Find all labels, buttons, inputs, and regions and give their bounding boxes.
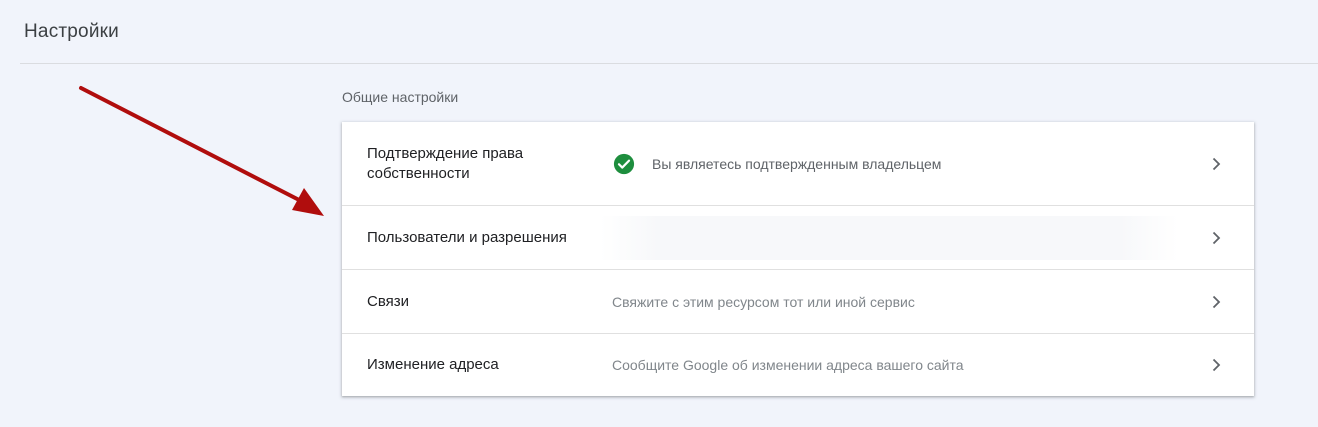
row-label: Связи [367, 292, 410, 310]
row-description: Свяжите с этим ресурсом тот или иной сер… [612, 293, 915, 310]
row-description: Сообщите Google об изменении адреса ваше… [612, 357, 964, 373]
row-users-permissions[interactable]: Пользователи и разрешения [342, 206, 1254, 270]
chevron-right-icon[interactable] [1208, 294, 1224, 310]
row-description: Вы являетесь подтвержденным владельцем [652, 155, 942, 172]
general-settings-card: Подтверждение права собственности Вы явл… [342, 122, 1254, 396]
redacted-users-area [600, 215, 1178, 260]
row-change-of-address[interactable]: Изменение адреса Сообщите Google об изме… [342, 334, 1254, 396]
chevron-right-icon[interactable] [1208, 156, 1224, 172]
row-associations[interactable]: Связи Свяжите с этим ресурсом тот или ин… [342, 270, 1254, 334]
general-settings-title: Общие настройки [342, 89, 459, 105]
chevron-right-icon[interactable] [1208, 230, 1224, 246]
check-circle-icon [613, 153, 635, 174]
row-ownership-verification[interactable]: Подтверждение права собственности Вы явл… [342, 122, 1254, 206]
chevron-right-icon[interactable] [1208, 357, 1224, 373]
settings-page: Настройки Общие настройки Подтверждение … [0, 0, 1318, 427]
row-label: Пользователи и разрешения [367, 228, 567, 246]
row-label: Изменение адреса [367, 356, 499, 373]
page-header: Настройки [20, 0, 1318, 64]
row-label: Подтверждение права собственности [367, 144, 524, 182]
page-title: Настройки [24, 21, 119, 42]
